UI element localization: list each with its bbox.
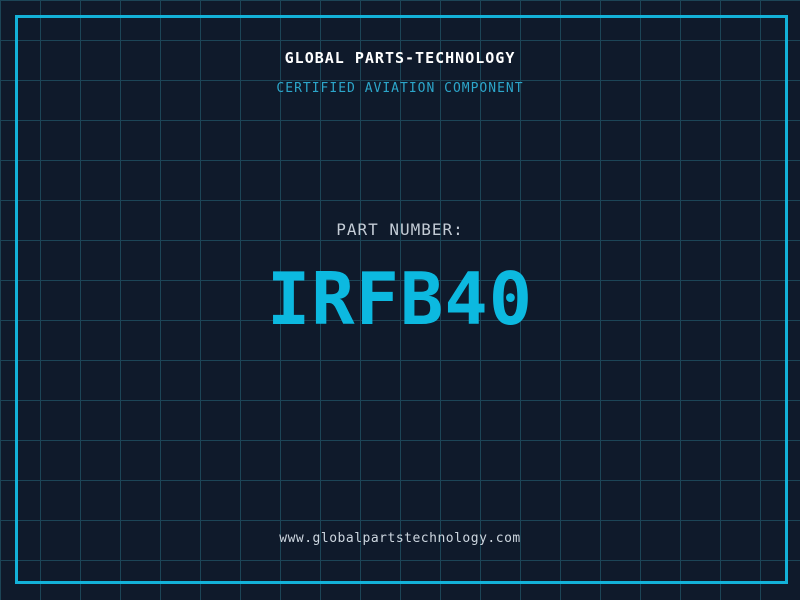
- part-number-label: PART NUMBER:: [0, 220, 800, 239]
- part-number-value: IRFB40: [0, 261, 800, 337]
- company-name: GLOBAL PARTS-TECHNOLOGY: [0, 49, 800, 67]
- certification-label: CERTIFIED AVIATION COMPONENT: [0, 81, 800, 96]
- label-page: { "page": { "company_name": "GLOBAL PART…: [0, 0, 800, 600]
- website-url: www.globalpartstechnology.com: [0, 531, 800, 546]
